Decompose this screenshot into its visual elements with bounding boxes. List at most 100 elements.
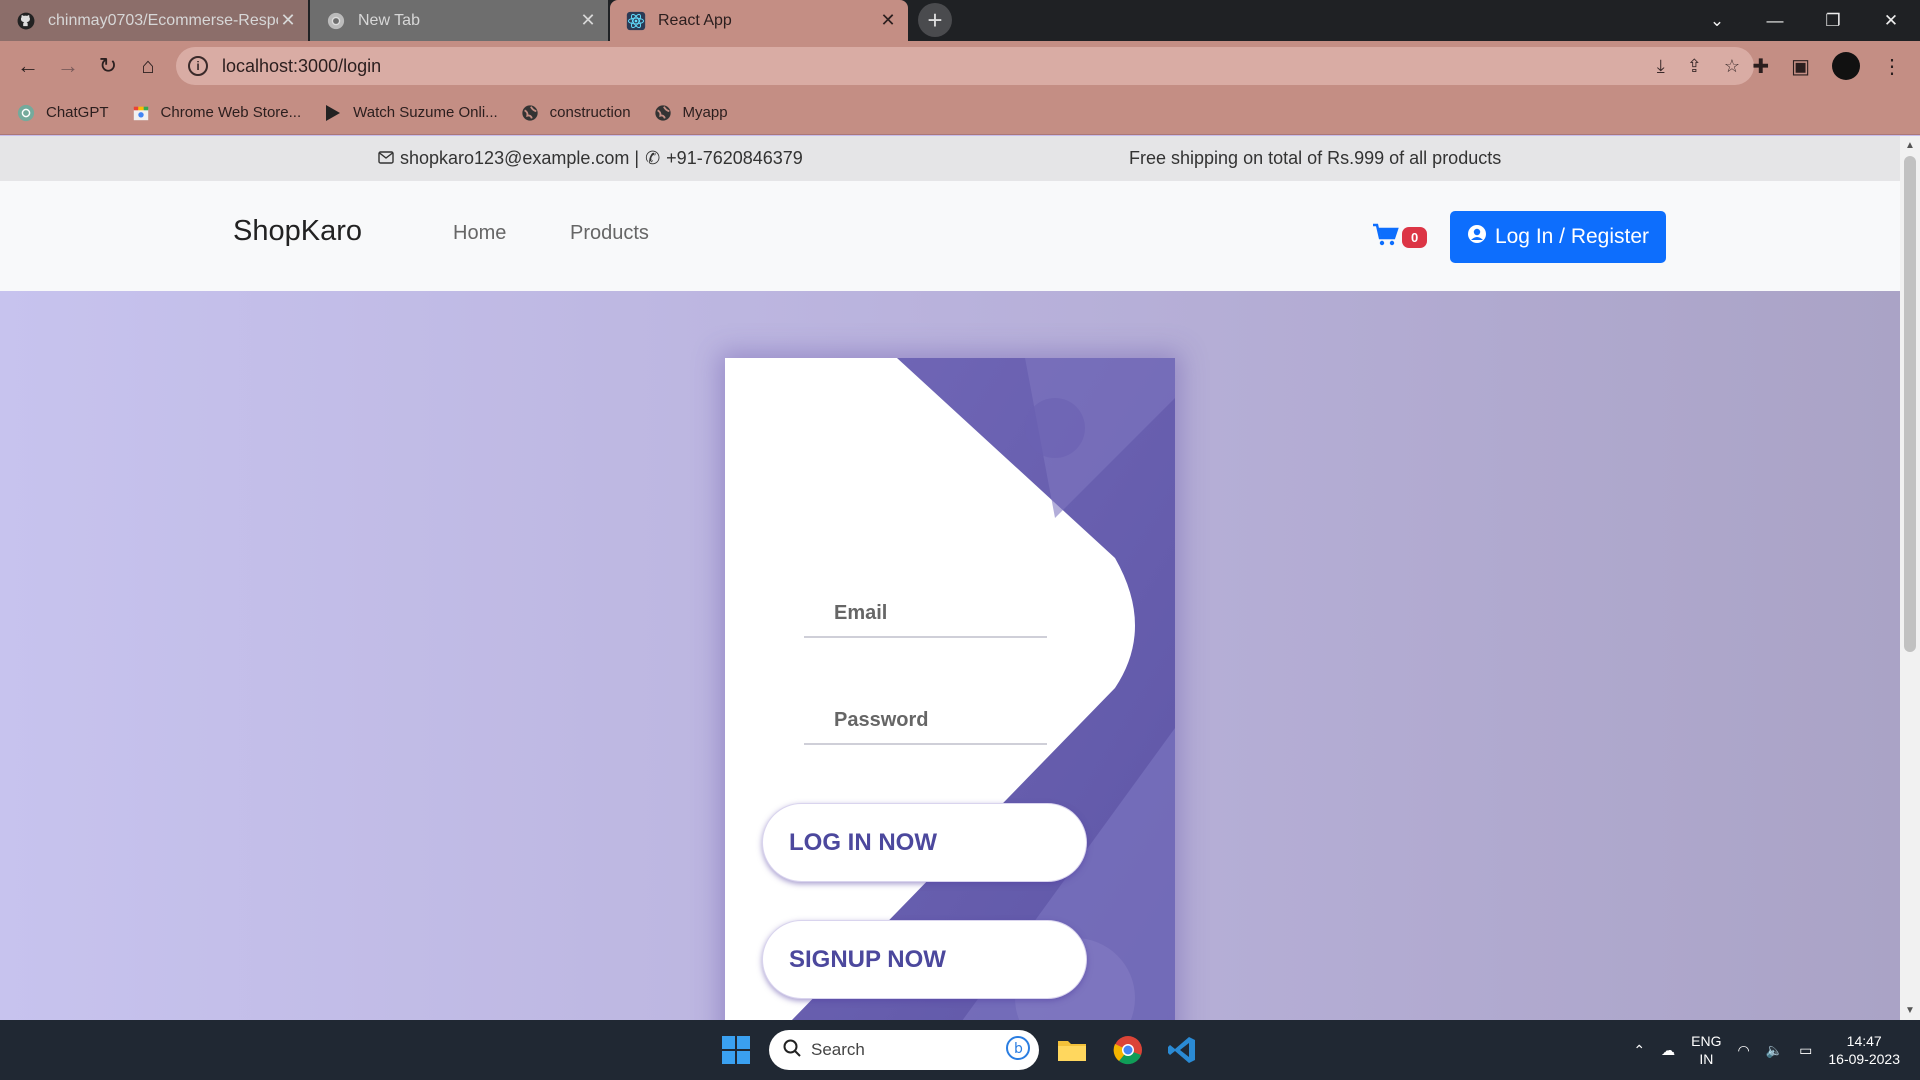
- forward-icon[interactable]: →: [48, 53, 88, 79]
- password-input[interactable]: [804, 697, 1047, 743]
- clock-time: 14:47: [1846, 1033, 1882, 1049]
- share-icon[interactable]: ⇪: [1687, 56, 1702, 77]
- mail-icon: [378, 148, 394, 169]
- window-controls: ⌄ — ❐ ✕: [1688, 0, 1920, 41]
- battery-icon[interactable]: ▭: [1799, 1042, 1812, 1059]
- clock[interactable]: 14:47 16-09-2023: [1828, 1032, 1900, 1068]
- minimize-icon[interactable]: —: [1746, 11, 1804, 31]
- email-input[interactable]: [804, 590, 1047, 636]
- bookmark-suzume[interactable]: Watch Suzume Onli...: [323, 103, 498, 123]
- nav-link-home[interactable]: Home: [453, 222, 506, 245]
- bookmark-label: Myapp: [682, 104, 728, 121]
- tab-label: React App: [658, 11, 732, 29]
- chrome-icon: [326, 11, 346, 31]
- info-strip: shopkaro123@example.com | ✆ +91-76208463…: [0, 136, 1900, 181]
- contact-email: shopkaro123@example.com |: [400, 148, 640, 168]
- start-icon[interactable]: [722, 1036, 750, 1064]
- close-tab-icon[interactable]: ✕: [878, 10, 898, 31]
- bookmark-construction[interactable]: construction: [520, 103, 631, 123]
- bookmark-myapp[interactable]: Myapp: [653, 103, 728, 123]
- close-window-icon[interactable]: ✕: [1862, 11, 1920, 31]
- email-field[interactable]: [804, 590, 1047, 638]
- back-icon[interactable]: ←: [8, 53, 48, 79]
- bookmark-label: Chrome Web Store...: [160, 104, 302, 121]
- page-scrollbar[interactable]: ▲ ▼: [1900, 136, 1920, 1020]
- password-field[interactable]: [804, 697, 1047, 745]
- omnibox[interactable]: i localhost:3000/login ⤓ ⇪ ☆: [176, 47, 1754, 85]
- close-tab-icon[interactable]: ✕: [278, 10, 298, 31]
- bookmark-label: construction: [549, 104, 631, 121]
- show-hidden-icon[interactable]: ⌃: [1633, 1042, 1645, 1059]
- search-icon: [783, 1039, 801, 1062]
- region-code: IN: [1699, 1051, 1714, 1067]
- tab-react-app[interactable]: React App ✕: [610, 0, 908, 41]
- tab-label: chinmay0703/Ecommerse-Respo: [48, 11, 278, 29]
- login-now-button[interactable]: LOG IN NOW: [762, 803, 1087, 882]
- url-text[interactable]: localhost:3000/login: [222, 56, 381, 77]
- scroll-up-icon[interactable]: ▲: [1900, 140, 1920, 151]
- close-tab-icon[interactable]: ✕: [578, 10, 598, 31]
- volume-icon[interactable]: 🔈: [1766, 1042, 1783, 1059]
- profile-avatar[interactable]: [1832, 52, 1860, 80]
- bookmark-label: Watch Suzume Onli...: [353, 104, 498, 121]
- play-icon: [323, 103, 343, 123]
- scroll-down-icon[interactable]: ▼: [1900, 1005, 1920, 1016]
- tab-github[interactable]: chinmay0703/Ecommerse-Respo ✕: [0, 0, 308, 41]
- globe-icon: [520, 103, 540, 123]
- taskbar-search[interactable]: Search b: [769, 1030, 1039, 1070]
- cart-icon: [1372, 223, 1400, 252]
- home-icon[interactable]: ⌂: [128, 53, 168, 79]
- nav-link-products[interactable]: Products: [570, 222, 649, 245]
- github-icon: [16, 11, 36, 31]
- clock-date: 16-09-2023: [1828, 1051, 1900, 1067]
- svg-text:b: b: [1014, 1041, 1023, 1057]
- login-register-label: Log In / Register: [1494, 225, 1650, 248]
- browser-toolbar: ✚ ▣ ⋮: [1752, 52, 1902, 80]
- side-panel-icon[interactable]: ▣: [1791, 54, 1810, 79]
- tab-label: New Tab: [358, 11, 420, 29]
- user-circle-icon: [1467, 224, 1487, 250]
- shipping-notice: Free shipping on total of Rs.999 of all …: [1129, 148, 1502, 168]
- phone-icon: ✆: [645, 148, 661, 168]
- restore-icon[interactable]: ❐: [1804, 11, 1862, 31]
- reload-icon[interactable]: ↻: [88, 53, 128, 79]
- site-navbar: ShopKaro Home Products 0 Log In / Regist…: [0, 181, 1900, 291]
- install-icon[interactable]: ⤓: [1657, 56, 1665, 77]
- wifi-icon[interactable]: ◠: [1737, 1042, 1749, 1059]
- scrollbar-thumb[interactable]: [1904, 156, 1916, 652]
- bookmark-webstore[interactable]: Chrome Web Store...: [131, 103, 302, 123]
- bookmark-label: ChatGPT: [46, 104, 109, 121]
- site-info-icon[interactable]: i: [188, 56, 208, 76]
- contact-phone: +91-7620846379: [666, 148, 803, 168]
- brand-logo[interactable]: ShopKaro: [233, 215, 362, 248]
- bookmarks-bar: ChatGPT Chrome Web Store... Watch Suzume…: [0, 91, 1920, 135]
- extensions-icon[interactable]: ✚: [1752, 54, 1769, 79]
- signup-now-button[interactable]: SIGNUP NOW: [762, 920, 1087, 999]
- bookmark-star-icon[interactable]: ☆: [1724, 56, 1740, 77]
- system-tray: ⌃ ☁ ENG IN ◠ 🔈 ▭ 14:47 16-09-2023: [1633, 1020, 1900, 1080]
- menu-icon[interactable]: ⋮: [1882, 54, 1902, 79]
- webstore-icon: [131, 103, 151, 123]
- tab-new-tab[interactable]: New Tab ✕: [310, 0, 608, 41]
- onedrive-icon[interactable]: ☁: [1661, 1042, 1675, 1059]
- file-explorer-icon[interactable]: [1054, 1032, 1090, 1068]
- cart-button[interactable]: 0: [1372, 223, 1428, 252]
- tab-search-icon[interactable]: ⌄: [1688, 11, 1746, 31]
- chatgpt-icon: [16, 103, 36, 123]
- language-indicator[interactable]: ENG IN: [1691, 1032, 1721, 1068]
- contact-info: shopkaro123@example.com | ✆ +91-76208463…: [378, 148, 803, 169]
- login-card: LOG IN NOW SIGNUP NOW: [725, 358, 1175, 1020]
- language-code: ENG: [1691, 1033, 1722, 1049]
- os-taskbar: Search b ⌃ ☁ ENG IN ◠ 🔈 ▭ 14:47 16-09-20…: [0, 1020, 1920, 1080]
- new-tab-button[interactable]: +: [918, 3, 952, 37]
- bookmark-chatgpt[interactable]: ChatGPT: [16, 103, 109, 123]
- bing-icon: b: [1005, 1035, 1031, 1066]
- globe-icon: [653, 103, 673, 123]
- vscode-icon[interactable]: [1164, 1032, 1200, 1068]
- search-placeholder: Search: [811, 1040, 865, 1059]
- cart-count-badge: 0: [1402, 227, 1428, 248]
- address-bar-row: ← → ↻ ⌂ i localhost:3000/login ⤓ ⇪ ☆ ✚ ▣…: [0, 41, 1920, 91]
- login-register-button[interactable]: Log In / Register: [1450, 211, 1666, 263]
- chrome-taskbar-icon[interactable]: [1110, 1032, 1146, 1068]
- web-page: shopkaro123@example.com | ✆ +91-76208463…: [0, 136, 1900, 1020]
